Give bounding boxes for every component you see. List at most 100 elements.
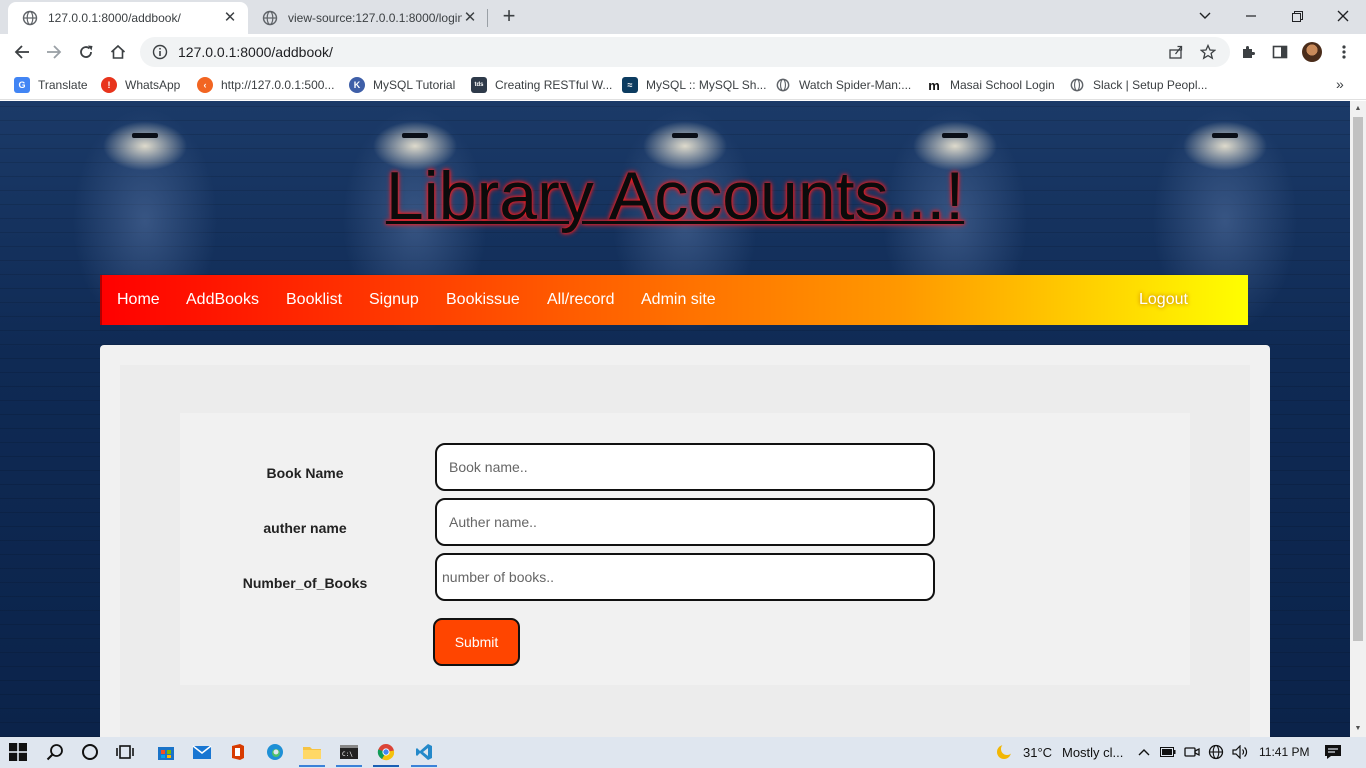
book-name-input[interactable] [435,443,935,491]
reload-icon[interactable] [72,38,100,66]
browser-toolbar: 127.0.0.1:8000/addbook/ [0,34,1366,70]
add-book-form: Book Name auther name Number_of_Books Su… [180,413,1190,685]
chevron-up-icon[interactable] [1133,741,1155,763]
bookmark-masai[interactable]: m Masai School Login [926,76,1055,94]
vscode-icon[interactable] [413,741,435,763]
weather-moon-icon[interactable] [993,741,1015,763]
lamp-fixture [1212,133,1238,138]
home-icon[interactable] [104,38,132,66]
forward-icon[interactable] [40,38,68,66]
bookmark-mysql-tutorial[interactable]: K MySQL Tutorial [349,76,455,94]
close-icon[interactable]: ✕ [462,10,478,26]
store-icon[interactable] [155,741,177,763]
tab-strip: 127.0.0.1:8000/addbook/ ✕ view-source:12… [0,0,1366,34]
bookmark-label: Translate [38,78,88,92]
side-panel-icon[interactable] [1270,42,1290,62]
content-panel: Book Name auther name Number_of_Books Su… [100,345,1270,737]
bookmark-label: Watch Spider-Man:... [799,78,912,92]
network-globe-icon[interactable] [1205,741,1227,763]
google-translate-icon: G [14,77,30,93]
globe-icon [1069,77,1085,93]
window-close-icon[interactable] [1320,0,1366,32]
number-of-books-label: Number_of_Books [242,575,368,591]
task-view-icon[interactable] [114,741,136,763]
minimize-icon[interactable] [1228,0,1274,32]
scroll-down-icon[interactable]: ▼ [1354,725,1362,732]
chrome-icon[interactable] [375,741,397,763]
page-title: Library Accounts...! [385,158,965,234]
tab-addbook[interactable]: 127.0.0.1:8000/addbook/ ✕ [8,2,248,34]
terminal-icon[interactable]: C:\ [338,741,360,763]
nav-addbooks[interactable]: AddBooks [186,291,259,309]
nav-signup[interactable]: Signup [369,291,419,309]
bookmark-star-icon[interactable] [1200,44,1216,60]
active-app-indicator [373,765,399,767]
volume-icon[interactable] [1229,741,1251,763]
extensions-icon[interactable] [1238,42,1258,62]
nav-bookissue[interactable]: Bookissue [446,291,520,309]
nav-allrecord[interactable]: All/record [547,291,615,309]
bookmark-whatsapp[interactable]: ! WhatsApp [101,76,180,94]
site-info-icon[interactable] [152,44,168,60]
active-app-indicator [336,765,362,767]
new-tab-icon[interactable]: + [498,5,520,27]
bookmark-spiderman[interactable]: Watch Spider-Man:... [775,76,911,94]
bookmark-label: http://127.0.0.1:500... [221,78,335,92]
scroll-thumb[interactable] [1353,117,1363,641]
nav-admin-site[interactable]: Admin site [641,291,716,309]
bookmark-label: Slack | Setup Peopl... [1093,78,1208,92]
nav-home[interactable]: Home [117,291,160,309]
edge-icon[interactable] [264,741,286,763]
bookmark-mysql-shell[interactable]: ≈ MySQL :: MySQL Sh... [622,76,766,94]
bookmark-slack[interactable]: Slack | Setup Peopl... [1069,76,1208,94]
weather-desc[interactable]: Mostly cl... [1062,745,1123,760]
meet-now-icon[interactable] [1181,741,1203,763]
profile-avatar[interactable] [1302,42,1322,62]
weather-temp[interactable]: 31°C [1023,745,1052,760]
bookmark-label: Masai School Login [950,78,1055,92]
submit-button[interactable]: Submit [433,618,520,666]
bookmark-label: MySQL :: MySQL Sh... [646,78,767,92]
menu-kebab-icon[interactable] [1334,42,1354,62]
bookmark-local-site[interactable]: ‹ http://127.0.0.1:500... [197,76,334,94]
tab-title: 127.0.0.1:8000/addbook/ [48,11,181,25]
bookmark-label: Creating RESTful W... [495,78,613,92]
more-bookmarks-icon[interactable]: » [1336,76,1344,92]
number-of-books-input[interactable] [435,553,935,601]
search-icon[interactable] [44,741,66,763]
restore-icon[interactable] [1274,0,1320,32]
cortana-icon[interactable] [79,741,101,763]
page-scrollbar[interactable]: ▲ ▼ [1350,101,1366,737]
scroll-up-icon[interactable]: ▲ [1354,105,1362,112]
close-icon[interactable]: ✕ [222,10,238,26]
masai-icon: m [928,77,940,93]
notifications-icon[interactable] [1322,741,1344,763]
bookmark-restful[interactable]: tds Creating RESTful W... [471,76,612,94]
nav-booklist[interactable]: Booklist [286,291,342,309]
battery-icon[interactable] [1157,741,1179,763]
nav-logout[interactable]: Logout [1139,291,1188,309]
tab-title: view-source:127.0.0.1:8000/login/ [288,11,462,25]
tab-view-source[interactable]: view-source:127.0.0.1:8000/login/ ✕ [248,2,488,34]
active-app-indicator [299,765,325,767]
lamp-fixture [942,133,968,138]
clock-time[interactable]: 11:41 PM [1259,745,1309,759]
lamp-fixture [672,133,698,138]
lamp-fixture [132,133,158,138]
back-icon[interactable] [8,38,36,66]
mysql-tutorial-icon: K [349,77,365,93]
globe-icon [22,10,38,26]
windows-start-icon[interactable] [7,741,29,763]
bookmark-translate[interactable]: G Translate [14,76,88,94]
bookmark-label: MySQL Tutorial [373,78,456,92]
file-explorer-icon[interactable] [301,741,323,763]
office-icon[interactable] [227,741,249,763]
bookmarks-bar: G Translate ! WhatsApp ‹ http://127.0.0.… [0,70,1366,100]
mail-icon[interactable] [191,741,213,763]
address-bar[interactable]: 127.0.0.1:8000/addbook/ [140,37,1230,67]
bookmark-label: WhatsApp [125,78,181,92]
tab-search-icon[interactable] [1182,0,1228,32]
windows-taskbar: C:\ 31°C Mostly cl... 11:41 PM [0,737,1366,768]
auther-name-input[interactable] [435,498,935,546]
share-icon[interactable] [1168,44,1184,60]
